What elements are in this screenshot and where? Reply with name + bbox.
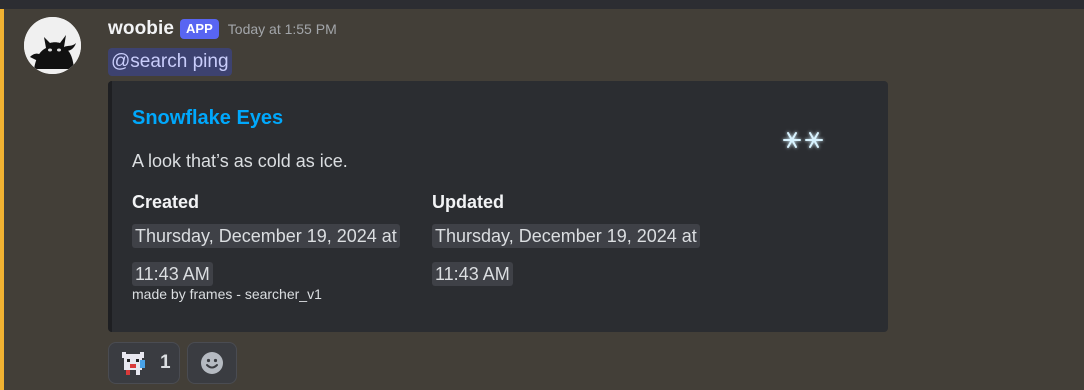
user-mention[interactable]: @search ping (108, 48, 232, 76)
snowflake-icon (783, 132, 823, 148)
author-username[interactable]: woobie (108, 18, 174, 40)
message-highlight-bar (0, 9, 4, 390)
embed-card: Snowflake Eyes A look that’s as cold as … (108, 81, 888, 332)
add-reaction-button[interactable] (187, 342, 237, 384)
timestamp-chip[interactable]: Thursday, December 19, 2024 at 11:43 AM (432, 224, 700, 286)
pixel-creature-emoji-icon (122, 352, 145, 375)
field-name: Updated (432, 192, 504, 212)
embed-accent-border (108, 81, 112, 332)
reaction-count: 1 (160, 352, 171, 373)
avatar[interactable] (24, 17, 81, 74)
embed-footer: made by frames - searcher_v1 (132, 286, 322, 302)
snowflake-eyes-emoji[interactable] (777, 125, 829, 155)
message-timestamp[interactable]: Today at 1:55 PM (228, 21, 337, 37)
embed-field-updated: Updated Thursday, December 19, 2024 at 1… (432, 190, 732, 294)
app-badge: APP (180, 19, 219, 39)
field-name: Created (132, 192, 200, 212)
reaction-button[interactable]: 1 (108, 342, 180, 384)
field-value: Thursday, December 19, 2024 at 11:43 AM (432, 218, 722, 294)
timestamp-chip[interactable]: Thursday, December 19, 2024 at 11:43 AM (132, 224, 400, 286)
cat-avatar-icon (24, 17, 81, 74)
top-bar (0, 0, 1084, 9)
field-value: Thursday, December 19, 2024 at 11:43 AM (132, 218, 422, 294)
embed-description: A look that’s as cold as ice. (132, 151, 348, 171)
embed-field-created: Created Thursday, December 19, 2024 at 1… (132, 190, 432, 294)
embed-title[interactable]: Snowflake Eyes (132, 107, 283, 130)
smiley-add-reaction-icon (201, 352, 223, 374)
message-header: woobie APP Today at 1:55 PM (108, 14, 337, 44)
